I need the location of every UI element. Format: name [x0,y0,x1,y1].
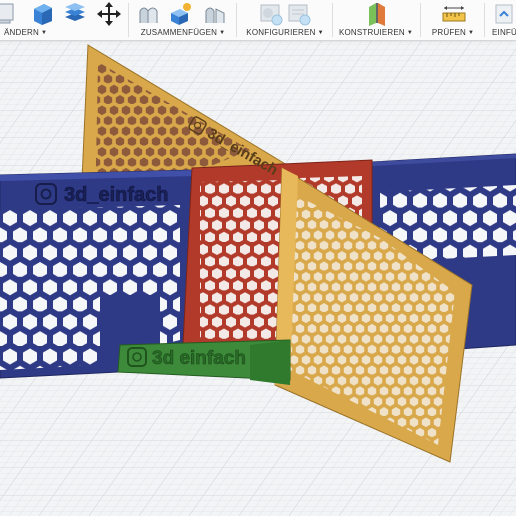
measure-icon[interactable] [441,1,467,27]
toolbar: ÄNDERN ▼ ZUSAMMENFÜGEN ▼ KONFIGURIEREN ▼… [0,0,516,41]
toolbar-divider [484,3,485,37]
assemble-group: ZUSAMMENFÜGEN ▼ [130,0,236,40]
new-component-icon[interactable] [136,1,162,27]
construct-menu[interactable]: KONSTRUIEREN [339,28,405,37]
configure-table-icon[interactable] [258,1,284,27]
chevron-down-icon: ▼ [40,30,48,36]
as-built-joint-icon[interactable] [202,1,228,27]
chevron-down-icon: ▼ [406,30,414,36]
engraved-text-left: 3d_einfach [64,184,168,206]
modify-menu[interactable]: ÄNDERN [4,28,39,37]
extrude-cube-icon[interactable] [30,1,56,27]
insert-icon[interactable] [492,1,516,27]
chevron-down-icon: ▼ [219,30,226,36]
offset-plane-icon[interactable] [364,1,390,27]
toolbar-divider [236,3,237,37]
joint-icon[interactable] [168,1,194,27]
toolbar-divider [420,3,421,37]
insert-group: EINFÜ [486,0,516,40]
toolbar-divider [128,3,129,37]
chevron-down-icon: ▼ [317,30,324,36]
engraved-text-base: 3d einfach [152,348,246,369]
inspect-menu[interactable]: PRÜFEN [432,28,466,37]
configure-menu[interactable]: KONFIGURIEREN [246,28,315,37]
inspect-group: PRÜFEN ▼ [422,0,484,40]
sculpt-box-icon[interactable] [0,1,18,27]
move-arrows-icon[interactable] [96,1,122,27]
configure-group: KONFIGURIEREN ▼ [238,0,332,40]
3d-viewport[interactable]: 3d_einfach 3d_einfach 3d einfach [0,41,516,516]
model-canvas: 3d_einfach 3d_einfach 3d einfach [0,41,516,516]
insert-menu[interactable]: EINFÜ [492,28,516,37]
chevron-down-icon: ▼ [467,30,475,36]
configure-rules-icon[interactable] [286,1,312,27]
toolbar-divider [332,3,333,37]
modify-group: ÄNDERN ▼ [0,0,128,40]
construct-group: KONSTRUIEREN ▼ [334,0,418,40]
layer-stack-icon[interactable] [62,1,88,27]
assemble-menu[interactable]: ZUSAMMENFÜGEN [141,28,217,37]
